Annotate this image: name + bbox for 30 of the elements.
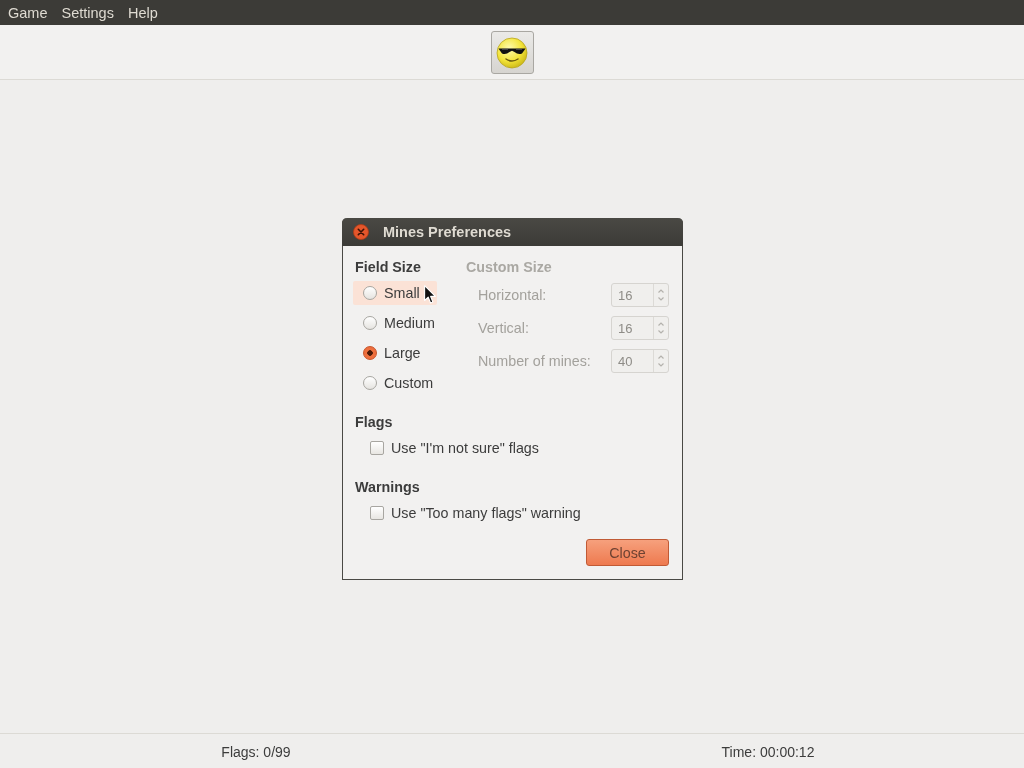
section-heading: Field Size xyxy=(355,258,422,276)
menu-item[interactable]: Settings xyxy=(56,2,119,23)
close-button[interactable]: Close xyxy=(586,539,669,566)
menu-item[interactable]: Help xyxy=(122,2,163,23)
smiley-sunglasses-icon xyxy=(496,36,528,69)
radio-option[interactable]: Large xyxy=(353,341,437,365)
radio-option[interactable]: Small xyxy=(353,281,437,305)
checkbox[interactable] xyxy=(370,441,384,455)
checkbox-option[interactable]: Use "Too many flags" warning xyxy=(355,501,581,525)
menu-item[interactable]: Game xyxy=(3,2,53,23)
radio-button[interactable] xyxy=(363,376,377,390)
radio-button[interactable] xyxy=(363,346,377,360)
field-label: Horizontal: xyxy=(478,287,547,303)
new-game-button[interactable] xyxy=(490,31,534,74)
timer: Time: 00:00:12 xyxy=(721,742,815,760)
radio-button[interactable] xyxy=(363,316,377,330)
radio-button[interactable] xyxy=(363,286,377,300)
section-heading: Custom Size xyxy=(466,258,553,276)
section-heading: Flags xyxy=(355,413,394,431)
checkbox-option[interactable]: Use "I'm not sure" flags xyxy=(355,436,539,460)
section-heading: Warnings xyxy=(355,478,421,496)
field-label: Vertical: xyxy=(478,320,529,336)
flags-counter: Flags: 0/99 xyxy=(221,742,291,760)
radio-option[interactable]: Custom xyxy=(353,371,437,395)
mouse-pointer-icon xyxy=(424,285,436,304)
radio-option[interactable]: Medium xyxy=(353,311,437,335)
checkbox[interactable] xyxy=(370,506,384,520)
field-label: Number of mines: xyxy=(478,353,591,369)
dialog-title: Mines Preferences xyxy=(383,224,512,240)
close-icon[interactable] xyxy=(353,224,369,240)
